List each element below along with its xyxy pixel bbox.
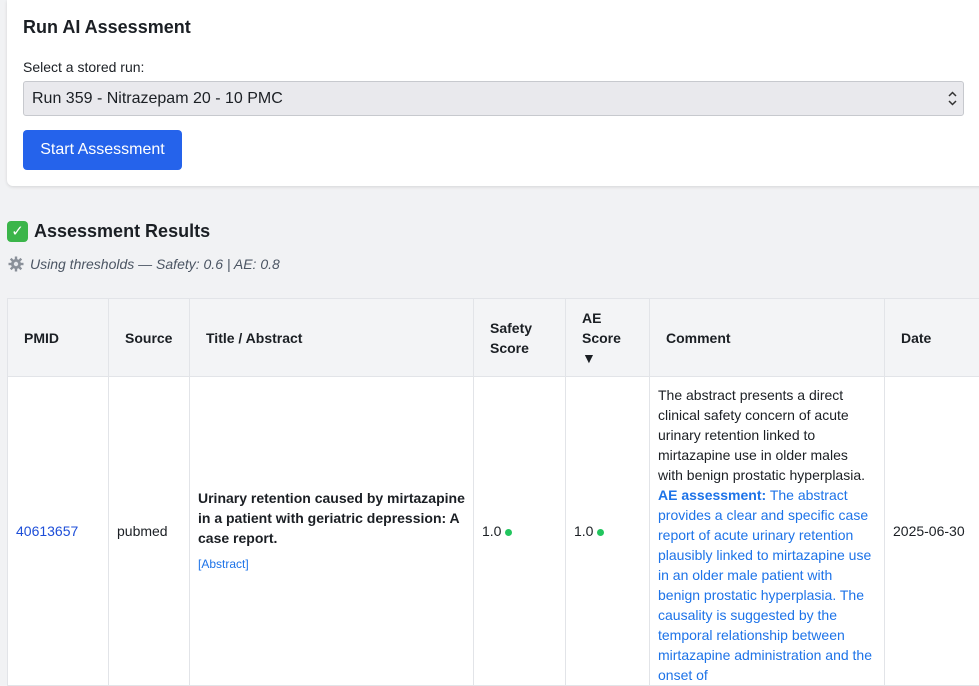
thresholds-text: Using thresholds — Safety: 0.6 | AE: 0.8 [30, 256, 280, 272]
col-header-ae-score[interactable]: AE Score ▼ [566, 299, 650, 377]
safety-header-line2: Score [490, 340, 529, 356]
source-cell: pubmed [109, 377, 190, 686]
article-title: Urinary retention caused by mirtazapine … [198, 488, 465, 548]
stored-run-select[interactable]: Run 359 - Nitrazepam 20 - 10 PMC [23, 81, 964, 116]
ae-score-cell: 1.0 [566, 377, 650, 686]
col-header-source[interactable]: Source [109, 299, 190, 377]
safety-score-cell: 1.0 [474, 377, 566, 686]
start-assessment-button[interactable]: Start Assessment [23, 130, 182, 170]
title-cell: Urinary retention caused by mirtazapine … [190, 377, 474, 686]
safety-score-value: 1.0 [482, 523, 501, 539]
sort-desc-icon: ▼ [582, 350, 596, 366]
safety-header-line1: Safety [490, 320, 532, 336]
ae-header-line1: AE [582, 310, 601, 326]
col-header-safety-score[interactable]: Safety Score [474, 299, 566, 377]
thresholds-note: Using thresholds — Safety: 0.6 | AE: 0.8 [8, 256, 280, 272]
green-dot-icon [505, 529, 512, 536]
comment-text: The abstract presents a direct clinical … [658, 387, 865, 483]
col-header-pmid[interactable]: PMID [8, 299, 109, 377]
date-cell: 2025-06-30 [885, 377, 979, 686]
table-row: 40613657 pubmed Urinary retention caused… [8, 377, 979, 686]
table-header-row: PMID Source Title / Abstract Safety Scor… [8, 299, 979, 377]
results-heading: ✓ Assessment Results [7, 221, 210, 242]
green-dot-icon [597, 529, 604, 536]
panel-title: Run AI Assessment [23, 17, 191, 38]
ae-assessment-label: AE assessment: [658, 487, 766, 503]
chevron-updown-icon [948, 82, 957, 129]
gear-icon [8, 256, 24, 272]
pmid-cell: 40613657 [8, 377, 109, 686]
col-header-comment[interactable]: Comment [650, 299, 885, 377]
results-title: Assessment Results [34, 221, 210, 242]
pmid-link[interactable]: 40613657 [16, 523, 78, 539]
col-header-title[interactable]: Title / Abstract [190, 299, 474, 377]
select-run-label: Select a stored run: [23, 59, 144, 75]
ae-assessment-text: The abstract provides a clear and specif… [658, 487, 872, 683]
ae-score-value: 1.0 [574, 523, 593, 539]
results-table: PMID Source Title / Abstract Safety Scor… [7, 298, 979, 686]
check-mark-icon: ✓ [7, 221, 28, 242]
ae-header-line2: Score [582, 330, 621, 346]
run-assessment-panel: Run AI Assessment Select a stored run: R… [7, 0, 979, 186]
comment-cell: The abstract presents a direct clinical … [650, 377, 885, 686]
selected-run-value: Run 359 - Nitrazepam 20 - 10 PMC [32, 90, 283, 107]
abstract-link[interactable]: [Abstract] [198, 554, 465, 574]
col-header-date[interactable]: Date [885, 299, 979, 377]
